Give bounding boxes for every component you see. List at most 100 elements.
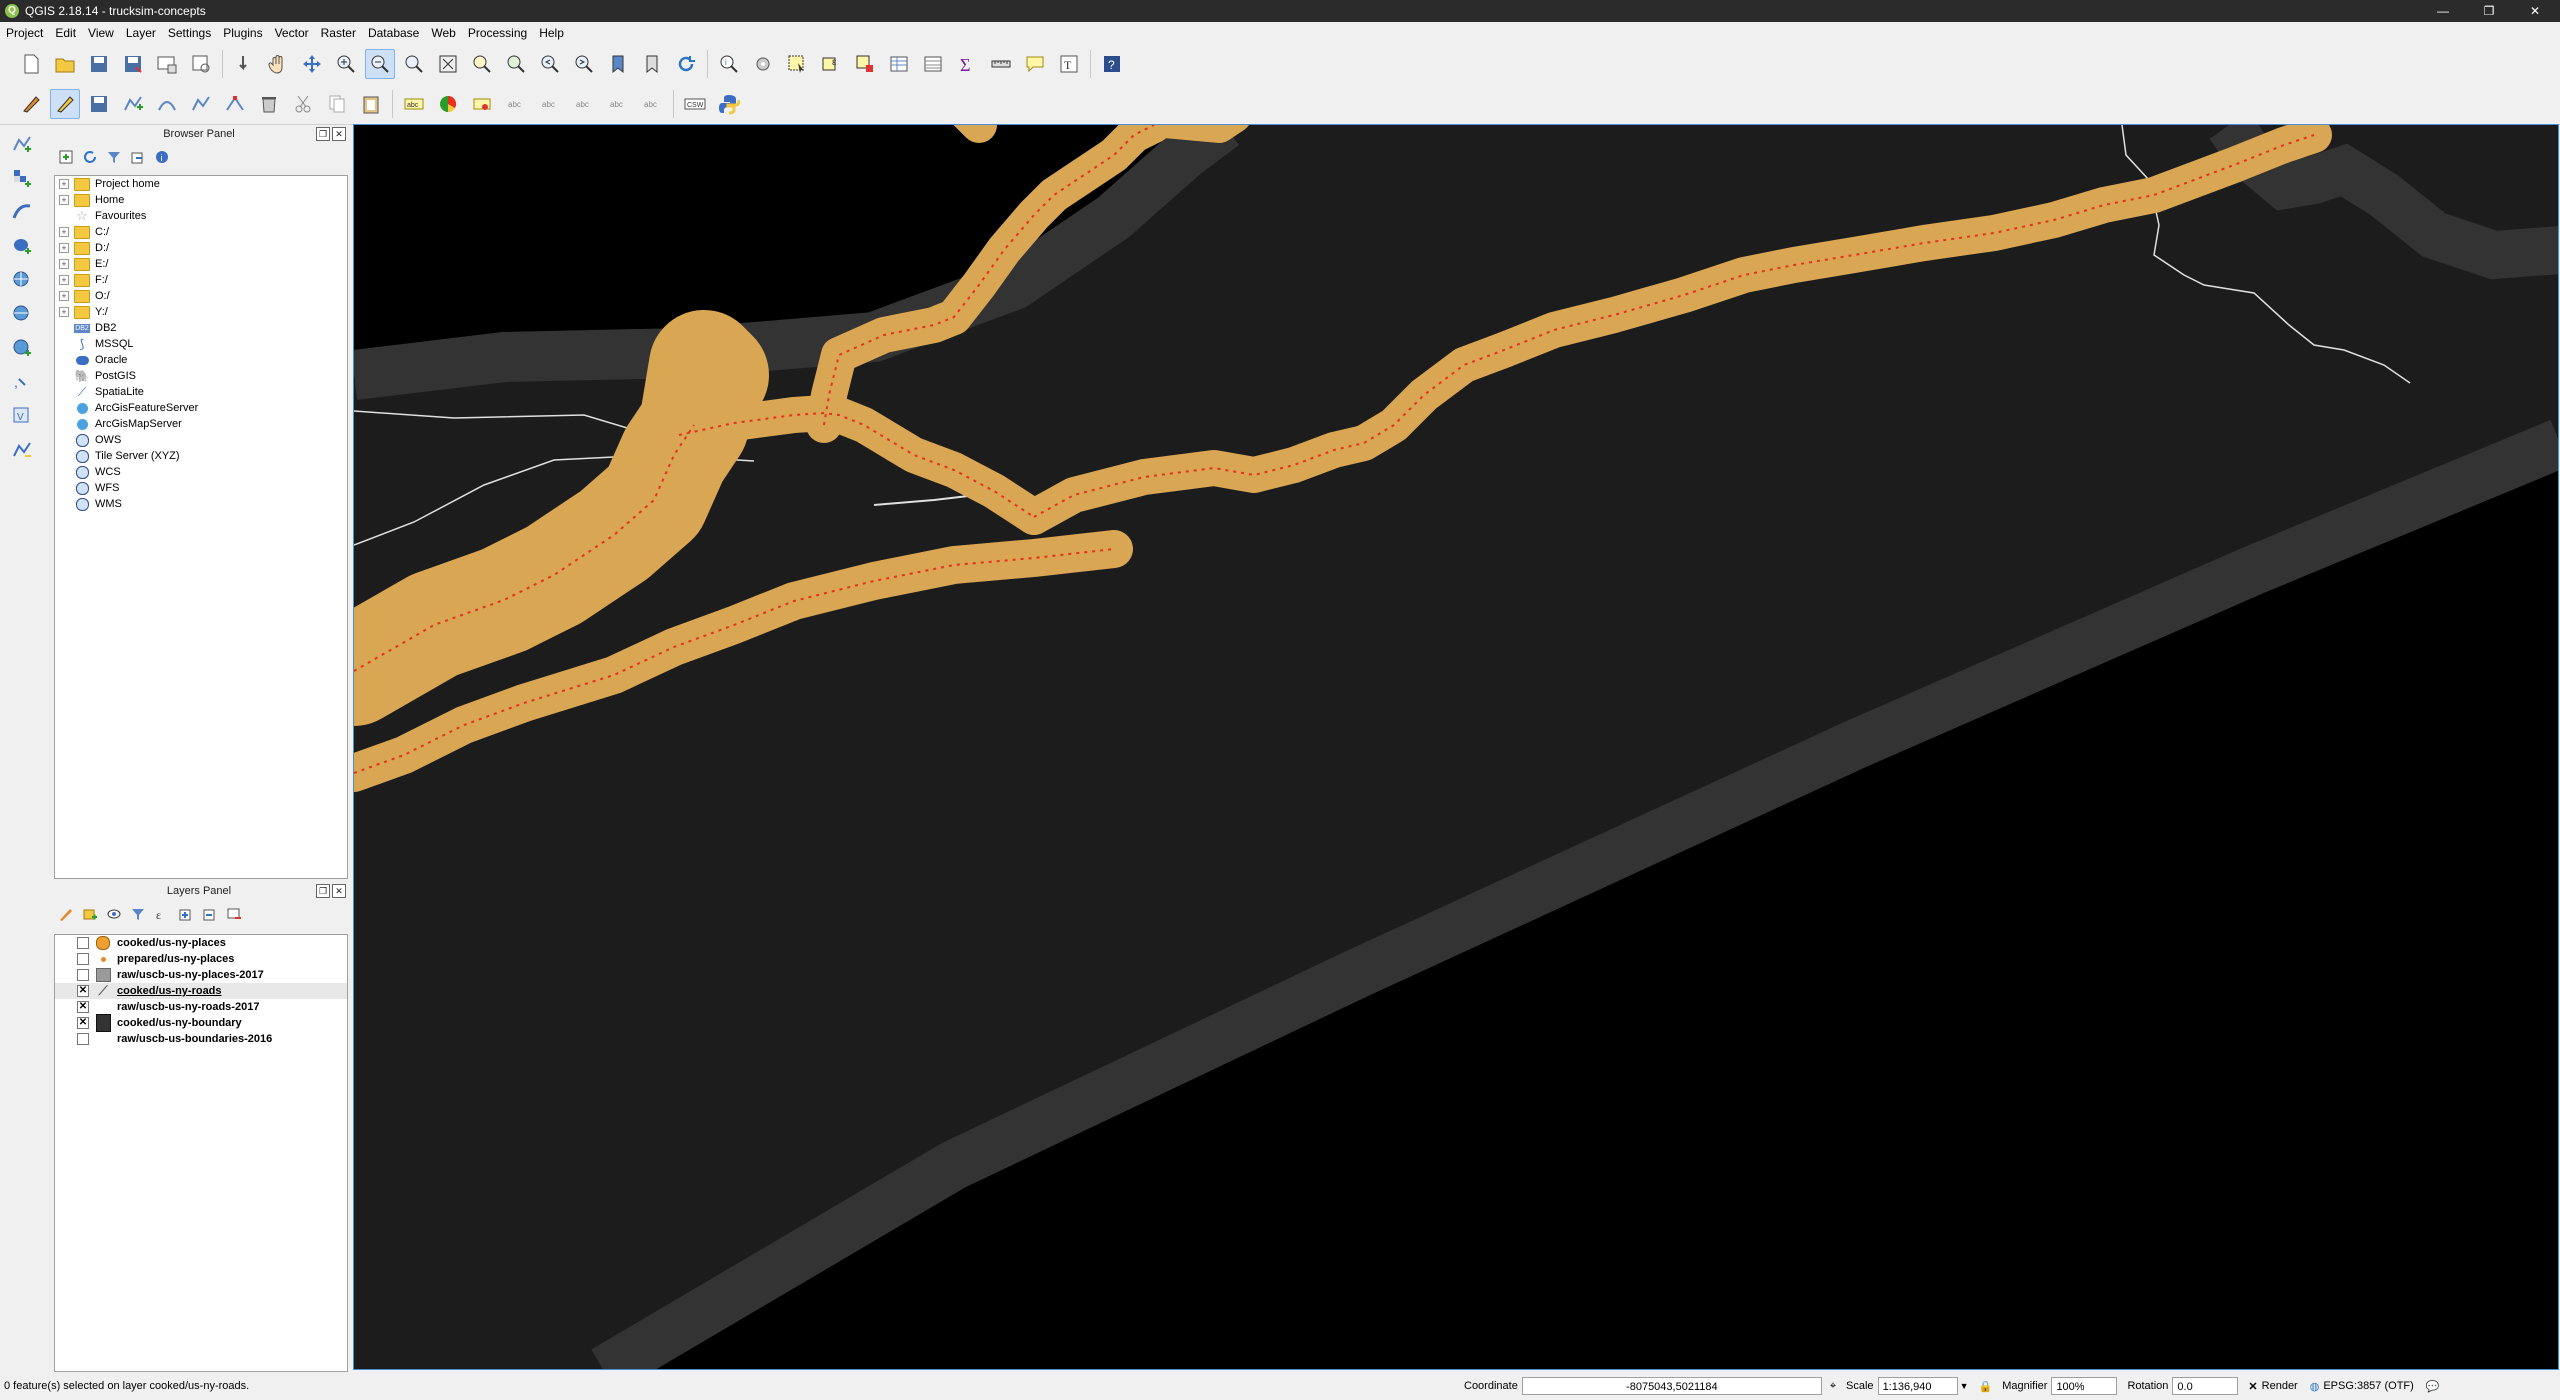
- browser-item[interactable]: + Home: [55, 192, 347, 208]
- copy-features-icon[interactable]: [322, 89, 352, 119]
- layer-visibility-checkbox[interactable]: ✕: [77, 1001, 89, 1013]
- save-edits-icon[interactable]: [84, 89, 114, 119]
- browser-item[interactable]: ☆ Favourites: [55, 208, 347, 224]
- select-features-icon[interactable]: [782, 49, 812, 79]
- text-annotation-icon[interactable]: T: [1054, 49, 1084, 79]
- zoom-to-selection-icon[interactable]: [467, 49, 497, 79]
- paste-features-icon[interactable]: [356, 89, 386, 119]
- add-feature-icon[interactable]: [118, 89, 148, 119]
- browser-item[interactable]: WMS: [55, 496, 347, 512]
- magnifier-field[interactable]: 100%: [2051, 1377, 2118, 1395]
- measure-line-icon[interactable]: [986, 49, 1016, 79]
- layer-visibility-checkbox[interactable]: [77, 969, 89, 981]
- menu-web[interactable]: Web: [425, 26, 461, 40]
- browser-item[interactable]: OWS: [55, 432, 347, 448]
- restore-button[interactable]: ❐: [2466, 0, 2512, 22]
- browser-item[interactable]: DB2 DB2: [55, 320, 347, 336]
- map-tips-icon[interactable]: [1020, 49, 1050, 79]
- menu-raster[interactable]: Raster: [315, 26, 362, 40]
- browser-item[interactable]: ArcGisFeatureServer: [55, 400, 347, 416]
- float-panel-button[interactable]: ❐: [316, 127, 330, 141]
- menu-layer[interactable]: Layer: [120, 26, 162, 40]
- filter-browser-icon[interactable]: [104, 147, 124, 167]
- filter-legend-icon[interactable]: [128, 904, 148, 924]
- deselect-all-icon[interactable]: [850, 49, 880, 79]
- refresh-icon[interactable]: [671, 49, 701, 79]
- expand-toggle-icon[interactable]: +: [59, 259, 69, 269]
- layer-item[interactable]: ✕ cooked/us-ny-boundary: [55, 1014, 347, 1032]
- add-spatialite-layer-icon[interactable]: [7, 197, 37, 227]
- pan-to-selection-icon[interactable]: [297, 49, 327, 79]
- add-raster-layer-icon[interactable]: [7, 163, 37, 193]
- menu-plugins[interactable]: Plugins: [217, 26, 268, 40]
- expand-toggle-icon[interactable]: +: [59, 179, 69, 189]
- cut-features-icon[interactable]: [288, 89, 318, 119]
- move-label-icon[interactable]: abc: [569, 89, 599, 119]
- save-project-icon[interactable]: [84, 49, 114, 79]
- pan-hand-icon[interactable]: [263, 49, 293, 79]
- browser-item[interactable]: + O:/: [55, 288, 347, 304]
- node-tool-icon[interactable]: [220, 89, 250, 119]
- expand-toggle-icon[interactable]: +: [59, 307, 69, 317]
- expand-toggle-icon[interactable]: +: [59, 291, 69, 301]
- expand-toggle-icon[interactable]: +: [59, 243, 69, 253]
- menu-processing[interactable]: Processing: [462, 26, 533, 40]
- field-calculator-icon[interactable]: [918, 49, 948, 79]
- expand-toggle-icon[interactable]: +: [59, 195, 69, 205]
- add-postgis-layer-icon[interactable]: [7, 231, 37, 261]
- add-vector-layer-icon[interactable]: [7, 129, 37, 159]
- expand-all-icon[interactable]: [176, 904, 196, 924]
- menu-edit[interactable]: Edit: [49, 26, 82, 40]
- render-checkbox[interactable]: ✕: [2248, 1380, 2257, 1393]
- layer-item[interactable]: ✕ raw/uscb-us-ny-roads-2017: [55, 999, 347, 1015]
- map-canvas[interactable]: [353, 124, 2559, 1370]
- select-by-expression-icon[interactable]: ε: [816, 49, 846, 79]
- layer-item[interactable]: raw/uscb-us-ny-places-2017: [55, 967, 347, 983]
- add-group-icon[interactable]: [80, 904, 100, 924]
- menu-view[interactable]: View: [82, 26, 120, 40]
- scale-field[interactable]: 1:136,940: [1877, 1377, 1958, 1395]
- move-feature-icon[interactable]: [186, 89, 216, 119]
- browser-item[interactable]: + D:/: [55, 240, 347, 256]
- add-circular-string-icon[interactable]: [152, 89, 182, 119]
- menu-vector[interactable]: Vector: [269, 26, 315, 40]
- browser-item[interactable]: ArcGisMapServer: [55, 416, 347, 432]
- properties-info-icon[interactable]: i: [152, 147, 172, 167]
- browser-item[interactable]: + Y:/: [55, 304, 347, 320]
- add-wcs-layer-icon[interactable]: [7, 299, 37, 329]
- zoom-to-layer-icon[interactable]: [501, 49, 531, 79]
- delete-selected-icon[interactable]: [254, 89, 284, 119]
- new-print-composer-icon[interactable]: [152, 49, 182, 79]
- float-panel-button[interactable]: ❐: [316, 884, 330, 898]
- layer-visibility-checkbox[interactable]: ✕: [77, 985, 89, 997]
- browser-item[interactable]: + Project home: [55, 176, 347, 192]
- new-project-icon[interactable]: [16, 49, 46, 79]
- scale-dropdown-icon[interactable]: ▼: [1960, 1381, 1969, 1391]
- toggle-editing-icon[interactable]: [50, 89, 80, 119]
- pin-labels-icon[interactable]: [467, 89, 497, 119]
- identify-features-icon[interactable]: i: [714, 49, 744, 79]
- csw-metasearch-icon[interactable]: CSW: [680, 89, 710, 119]
- manage-map-themes-icon[interactable]: [104, 904, 124, 924]
- add-selected-layers-icon[interactable]: [56, 147, 76, 167]
- current-edits-icon[interactable]: [16, 89, 46, 119]
- zoom-full-icon[interactable]: [433, 49, 463, 79]
- close-panel-button[interactable]: ✕: [332, 127, 346, 141]
- change-label-icon[interactable]: abc: [637, 89, 667, 119]
- python-console-icon[interactable]: [714, 89, 744, 119]
- run-action-icon[interactable]: [748, 49, 778, 79]
- touch-zoom-icon[interactable]: [229, 49, 259, 79]
- browser-item[interactable]: + C:/: [55, 224, 347, 240]
- rotation-field[interactable]: 0.0: [2172, 1377, 2239, 1395]
- browser-item[interactable]: ⟆ MSSQL: [55, 336, 347, 352]
- menu-help[interactable]: Help: [533, 26, 570, 40]
- composer-manager-icon[interactable]: [186, 49, 216, 79]
- crs-status[interactable]: EPSG:3857 (OTF): [2323, 1380, 2413, 1392]
- show-bookmarks-icon[interactable]: [637, 49, 667, 79]
- add-virtual-layer-icon[interactable]: V: [7, 401, 37, 431]
- add-wms-layer-icon[interactable]: [7, 265, 37, 295]
- layer-labeling-icon[interactable]: abc: [399, 89, 429, 119]
- zoom-native-icon[interactable]: [399, 49, 429, 79]
- browser-item[interactable]: + F:/: [55, 272, 347, 288]
- remove-layer-icon[interactable]: [224, 904, 244, 924]
